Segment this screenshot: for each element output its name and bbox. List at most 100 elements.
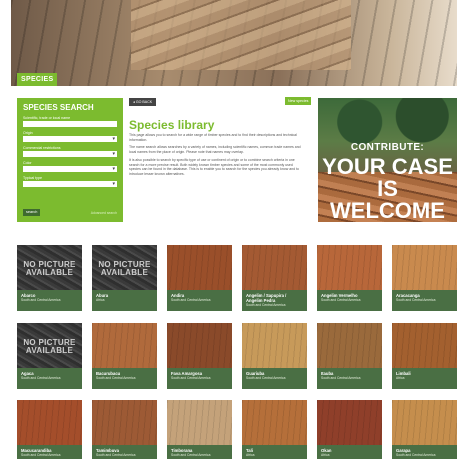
species-caption: Guariuba South and Central America <box>242 368 307 389</box>
species-card[interactable]: Itauba South and Central America <box>317 323 382 389</box>
intro-paragraph-3: It is also possible to search by specifi… <box>129 158 299 176</box>
species-caption: Limbali Africa <box>392 368 457 389</box>
species-region: South and Central America <box>21 298 61 302</box>
species-card[interactable]: Guariuba South and Central America <box>242 323 307 389</box>
species-region: South and Central America <box>171 376 211 380</box>
species-caption: Itauba South and Central America <box>317 368 382 389</box>
species-card[interactable]: Garapa South and Central America <box>392 400 457 459</box>
species-caption: Macucarandiba South and Central America <box>17 445 82 459</box>
species-card[interactable]: Tamimbuva South and Central America <box>92 400 157 459</box>
no-picture-line-2: AVAILABLE <box>25 346 74 355</box>
contribute-line-3: IS WELCOME <box>330 176 445 222</box>
color-select[interactable]: ▾ <box>23 166 117 172</box>
type-select[interactable]: ▾ <box>23 181 117 187</box>
no-picture-image: NO PICTURE AVAILABLE <box>17 323 82 368</box>
species-card[interactable]: Limbali Africa <box>392 323 457 389</box>
wood-sample-image <box>317 400 382 445</box>
species-region: South and Central America <box>321 298 361 302</box>
species-region: South and Central America <box>396 453 436 457</box>
origin-field-label: Origin <box>23 131 33 135</box>
section-label: SPECIES <box>17 73 58 86</box>
wood-sample-image <box>242 245 307 290</box>
advanced-search-link[interactable]: Advanced search <box>91 211 117 215</box>
species-card[interactable]: Macucarandiba South and Central America <box>17 400 82 459</box>
species-region: South and Central America <box>21 376 61 380</box>
chevron-down-icon: ▾ <box>112 136 115 142</box>
species-region: South and Central America <box>171 453 211 457</box>
wood-sample-image <box>167 323 232 368</box>
species-caption: Timborana South and Central America <box>167 445 232 459</box>
species-caption: Tali Africa <box>242 445 307 459</box>
species-card[interactable]: Andira South and Central America <box>167 245 232 311</box>
new-species-button[interactable]: New species <box>285 97 312 105</box>
species-region: South and Central America <box>246 376 286 380</box>
species-caption: Okan Africa <box>317 445 382 459</box>
species-region: South and Central America <box>171 298 211 302</box>
wood-sample-image <box>92 323 157 368</box>
no-picture-image: NO PICTURE AVAILABLE <box>17 245 82 290</box>
wood-sample-image <box>167 245 232 290</box>
contribute-heading: CONTRIBUTE: <box>350 142 425 153</box>
species-card[interactable]: Okan Africa <box>317 400 382 459</box>
species-region: South and Central America <box>21 453 61 457</box>
species-card[interactable]: NO PICTURE AVAILABLE Abura Africa <box>92 245 157 311</box>
no-picture-line-2: AVAILABLE <box>25 268 74 277</box>
species-caption: Angelim / Sapupira / Angelim Pedra South … <box>242 290 307 311</box>
species-caption: Agaca South and Central America <box>17 368 82 389</box>
species-caption: Abura Africa <box>92 290 157 311</box>
species-region: South and Central America <box>246 303 286 307</box>
restrictions-select[interactable]: ▾ <box>23 151 117 157</box>
species-caption: Abarco South and Central America <box>17 290 82 311</box>
chevron-down-icon: ▾ <box>112 151 115 157</box>
species-caption: Andira South and Central America <box>167 290 232 311</box>
species-name: Angelim / Sapupira / Angelim Pedra <box>246 293 287 303</box>
chevron-down-icon: ▾ <box>112 166 115 172</box>
hero-image <box>131 0 351 70</box>
species-region: Africa <box>96 298 105 302</box>
search-button[interactable]: search <box>23 209 41 216</box>
species-card[interactable]: Timborana South and Central America <box>167 400 232 459</box>
restrictions-field-label: Commercial restrictions <box>23 146 61 150</box>
species-caption: Fava Amargosa South and Central America <box>167 368 232 389</box>
species-card[interactable]: Bacurubacu South and Central America <box>92 323 157 389</box>
hero-banner: SPECIES <box>11 0 457 86</box>
species-caption: Garapa South and Central America <box>392 445 457 459</box>
contribute-banner[interactable]: CONTRIBUTE: YOUR CASE IS WELCOME <box>318 98 457 222</box>
wood-sample-image <box>392 323 457 368</box>
species-caption: Aracacanga South and Central America <box>392 290 457 311</box>
species-caption: Bacurubacu South and Central America <box>92 368 157 389</box>
name-input[interactable] <box>23 121 117 127</box>
species-card[interactable]: Angelim Vermelho South and Central Americ… <box>317 245 382 311</box>
species-region: South and Central America <box>96 453 136 457</box>
species-region: South and Central America <box>96 376 136 380</box>
wood-sample-image <box>317 323 382 368</box>
species-region: Africa <box>396 376 405 380</box>
species-caption: Angelim Vermelho South and Central Americ… <box>317 290 382 311</box>
name-field-label: Scientific, trade or local name <box>23 116 71 120</box>
wood-sample-image <box>242 323 307 368</box>
species-card[interactable]: NO PICTURE AVAILABLE Agaca South and Centra… <box>17 323 82 389</box>
no-picture-text: NO PICTURE AVAILABLE <box>17 339 82 355</box>
origin-select[interactable]: ▾ <box>23 136 117 142</box>
species-card[interactable]: Tali Africa <box>242 400 307 459</box>
intro-paragraph-1: This page allows you to search for a wid… <box>129 133 297 142</box>
species-search-panel: SPECIES SEARCH Scientific, trade or loca… <box>17 98 123 222</box>
contribute-line-2: YOUR CASE <box>322 154 453 179</box>
go-back-label: GO BACK <box>135 100 153 104</box>
wood-sample-image <box>392 245 457 290</box>
no-picture-image: NO PICTURE AVAILABLE <box>92 245 157 290</box>
species-region: South and Central America <box>396 298 436 302</box>
wood-sample-image <box>242 400 307 445</box>
species-card[interactable]: NO PICTURE AVAILABLE Abarco South and Centr… <box>17 245 82 311</box>
species-region: Africa <box>246 453 255 457</box>
go-back-button[interactable]: ◂ GO BACK <box>129 98 157 106</box>
contribute-message: YOUR CASE IS WELCOME <box>318 156 457 222</box>
search-title: SPECIES SEARCH <box>23 103 94 112</box>
no-picture-line-2: AVAILABLE <box>100 268 149 277</box>
species-card[interactable]: Angelim / Sapupira / Angelim Pedra South … <box>242 245 307 311</box>
species-caption: Tamimbuva South and Central America <box>92 445 157 459</box>
species-region: Africa <box>321 453 330 457</box>
species-card[interactable]: Aracacanga South and Central America <box>392 245 457 311</box>
species-card[interactable]: Fava Amargosa South and Central America <box>167 323 232 389</box>
page-title: Species library <box>129 118 215 132</box>
